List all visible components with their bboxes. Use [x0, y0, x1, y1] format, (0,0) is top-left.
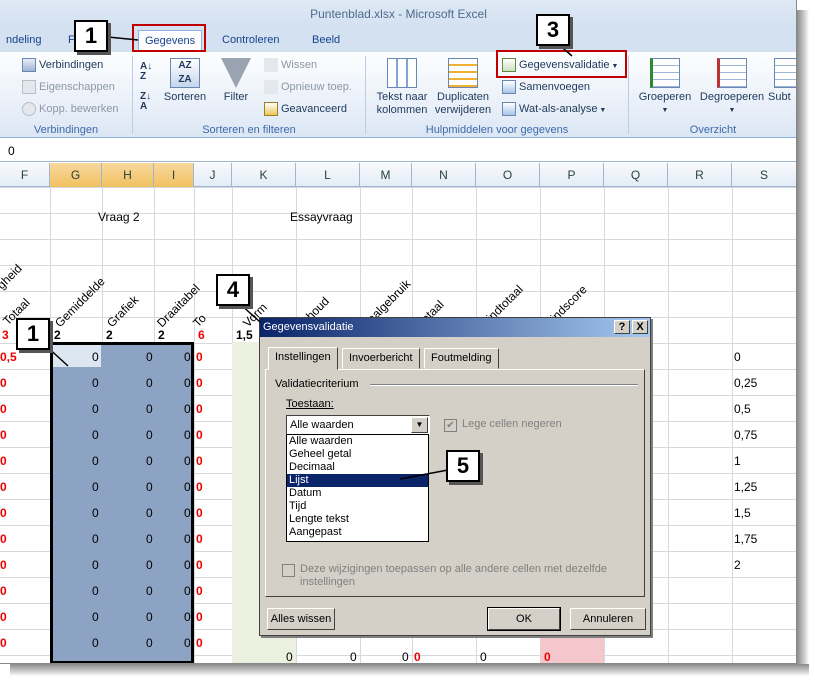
callout-step-1-range: 1: [16, 318, 50, 350]
callout-step-3: 3: [536, 14, 570, 46]
excel-window: Puntenblad.xlsx - Microsoft Excel ndelin…: [0, 0, 797, 664]
tab-instellingen[interactable]: Instellingen: [268, 347, 338, 370]
arrow-5: [399, 469, 449, 480]
callout-arrows: [43, 36, 573, 480]
callout-step-4: 4: [216, 274, 250, 306]
window-shadow-right: [797, 10, 809, 670]
callout-step-5: 5: [446, 450, 480, 482]
window-shadow-bottom: [10, 664, 809, 676]
arrow-1: [107, 36, 139, 41]
callout-step-1: 1: [74, 20, 108, 52]
